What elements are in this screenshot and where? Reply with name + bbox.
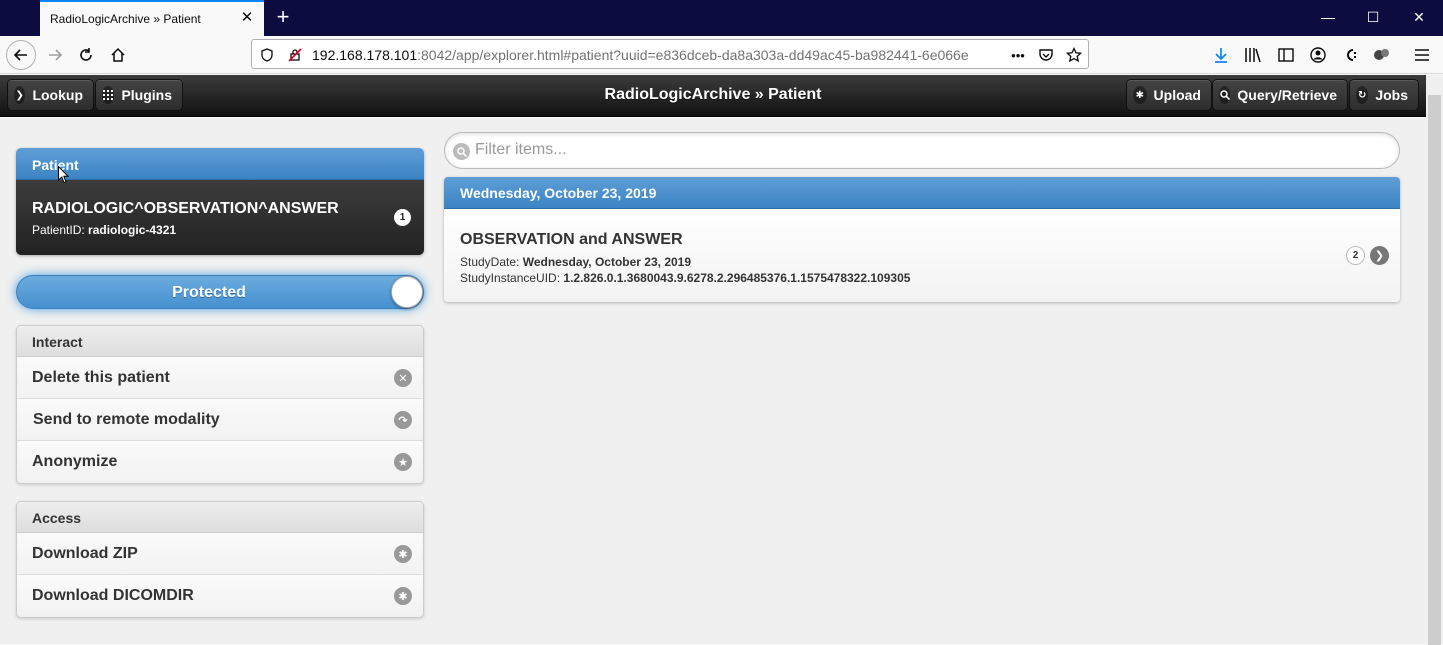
url-bar[interactable]: 192.168.178.101:8042/app/explorer.html#p…	[251, 39, 1089, 69]
reload-icon[interactable]	[71, 40, 101, 70]
pocket-icon[interactable]	[1035, 44, 1057, 66]
send-remote-modality-button[interactable]: Send to remote modality ↷	[17, 399, 423, 441]
access-panel: Access Download ZIP ✱ Download DICOMDIR …	[16, 501, 424, 618]
minimize-icon[interactable]: —	[1305, 0, 1351, 34]
toggle-knob[interactable]	[391, 276, 423, 308]
study-date-value: Wednesday, October 23, 2019	[522, 255, 692, 269]
extension-puzzle-icon[interactable]	[1371, 44, 1393, 66]
query-retrieve-label: Query/Retrieve	[1237, 87, 1337, 103]
patient-card: Patient RADIOLOGIC^OBSERVATION^ANSWER Pa…	[16, 148, 424, 255]
shield-icon[interactable]	[256, 44, 278, 66]
patient-header: Patient	[16, 148, 424, 180]
delete-icon: ✕	[394, 369, 412, 387]
main-content: Patient RADIOLOGIC^OBSERVATION^ANSWER Pa…	[0, 118, 1426, 644]
bookmark-star-icon[interactable]	[1063, 44, 1085, 66]
app-header: RadioLogicArchive » Patient ❯ Lookup Plu…	[0, 75, 1426, 117]
maximize-icon[interactable]: ☐	[1350, 0, 1396, 34]
window-close-icon[interactable]: ✕	[1396, 0, 1442, 34]
url-text[interactable]: 192.168.178.101:8042/app/explorer.html#p…	[312, 47, 974, 63]
study-date-header: Wednesday, October 23, 2019	[444, 177, 1400, 209]
plugins-button[interactable]: Plugins	[95, 79, 183, 111]
extension-icon[interactable]	[1339, 44, 1361, 66]
search-icon	[453, 143, 470, 160]
study-title: OBSERVATION and ANSWER	[460, 231, 683, 248]
new-tab-icon[interactable]: +	[270, 5, 296, 31]
lookup-button[interactable]: ❯ Lookup	[7, 79, 94, 111]
anonymize-label: Anonymize	[32, 453, 118, 470]
sidebar-icon[interactable]	[1275, 44, 1297, 66]
forward-icon[interactable]	[40, 40, 70, 70]
jobs-button[interactable]: ↻ Jobs	[1349, 79, 1419, 111]
study-uid-label: StudyInstanceUID:	[460, 271, 561, 285]
study-count-badge: 1	[394, 209, 411, 226]
download-dicomdir-label: Download DICOMDIR	[32, 587, 194, 604]
filter-input[interactable]	[475, 141, 1375, 159]
access-header: Access	[17, 502, 423, 533]
interact-panel: Interact Delete this patient ✕ Send to r…	[16, 325, 424, 484]
chevron-right-icon: ❯	[14, 86, 26, 104]
lookup-label: Lookup	[32, 87, 83, 103]
download-dicomdir-button[interactable]: Download DICOMDIR ✱	[17, 575, 423, 617]
tab-title: RadioLogicArchive » Patient	[50, 12, 201, 26]
study-uid-value: 1.2.826.0.1.3680043.9.6278.2.296485376.1…	[563, 271, 911, 285]
delete-patient-button[interactable]: Delete this patient ✕	[17, 357, 423, 399]
page-actions-icon[interactable]: •••	[1007, 44, 1029, 66]
library-icon[interactable]	[1242, 44, 1264, 66]
download-icon[interactable]	[1210, 44, 1232, 66]
protected-label: Protected	[172, 284, 246, 301]
patient-id-line: PatientID: radiologic-4321	[32, 223, 408, 237]
search-icon	[1219, 86, 1231, 104]
account-icon[interactable]	[1307, 44, 1329, 66]
patient-name: RADIOLOGIC^OBSERVATION^ANSWER	[32, 200, 339, 217]
study-uid-line: StudyInstanceUID: 1.2.826.0.1.3680043.9.…	[460, 271, 1384, 285]
download-zip-label: Download ZIP	[32, 545, 138, 562]
study-date-label: StudyDate:	[460, 255, 520, 269]
home-icon[interactable]	[103, 40, 133, 70]
grid-icon	[102, 86, 115, 104]
interact-header: Interact	[17, 326, 423, 357]
gear-icon: ✱	[394, 545, 412, 563]
anonymize-button[interactable]: Anonymize ★	[17, 441, 423, 483]
tab-close-icon[interactable]: ✕	[238, 9, 256, 27]
patient-info[interactable]: RADIOLOGIC^OBSERVATION^ANSWER PatientID:…	[16, 180, 424, 255]
study-date-line: StudyDate: Wednesday, October 23, 2019	[460, 255, 1384, 269]
gear-icon: ✱	[394, 587, 412, 605]
patient-id-value: radiologic-4321	[88, 223, 177, 237]
download-zip-button[interactable]: Download ZIP ✱	[17, 533, 423, 575]
chevron-right-icon[interactable]: ❯	[1370, 246, 1389, 265]
back-icon[interactable]	[6, 40, 36, 70]
star-icon: ★	[394, 453, 412, 471]
scrollbar-thumb[interactable]	[1428, 95, 1441, 645]
send-remote-modality-label: Send to remote modality	[33, 411, 220, 428]
patient-id-label: PatientID:	[32, 223, 85, 237]
forward-icon: ↷	[394, 411, 412, 429]
protected-toggle[interactable]: Protected	[16, 275, 424, 309]
browser-navbar: 192.168.178.101:8042/app/explorer.html#p…	[0, 36, 1443, 74]
insecure-lock-icon[interactable]	[284, 44, 306, 66]
query-retrieve-button[interactable]: Query/Retrieve	[1212, 79, 1348, 111]
filter-box	[444, 132, 1400, 169]
plugins-label: Plugins	[121, 87, 172, 103]
delete-patient-label: Delete this patient	[32, 369, 170, 386]
studies-panel: Wednesday, October 23, 2019 OBSERVATION …	[444, 177, 1400, 302]
upload-label: Upload	[1153, 87, 1201, 103]
mouse-cursor-icon	[58, 166, 70, 184]
page-scrollbar[interactable]	[1426, 75, 1443, 645]
refresh-icon: ↻	[1356, 86, 1369, 104]
browser-tab[interactable]: RadioLogicArchive » Patient ✕	[40, 0, 264, 36]
gear-icon: ✱	[1133, 86, 1147, 104]
menu-icon[interactable]	[1411, 44, 1433, 66]
upload-button[interactable]: ✱ Upload	[1126, 79, 1212, 111]
jobs-label: Jobs	[1375, 87, 1408, 103]
study-item[interactable]: OBSERVATION and ANSWER StudyDate: Wednes…	[444, 209, 1400, 302]
browser-titlebar: RadioLogicArchive » Patient ✕ + — ☐ ✕	[0, 0, 1443, 36]
series-count-badge: 2	[1346, 246, 1365, 265]
